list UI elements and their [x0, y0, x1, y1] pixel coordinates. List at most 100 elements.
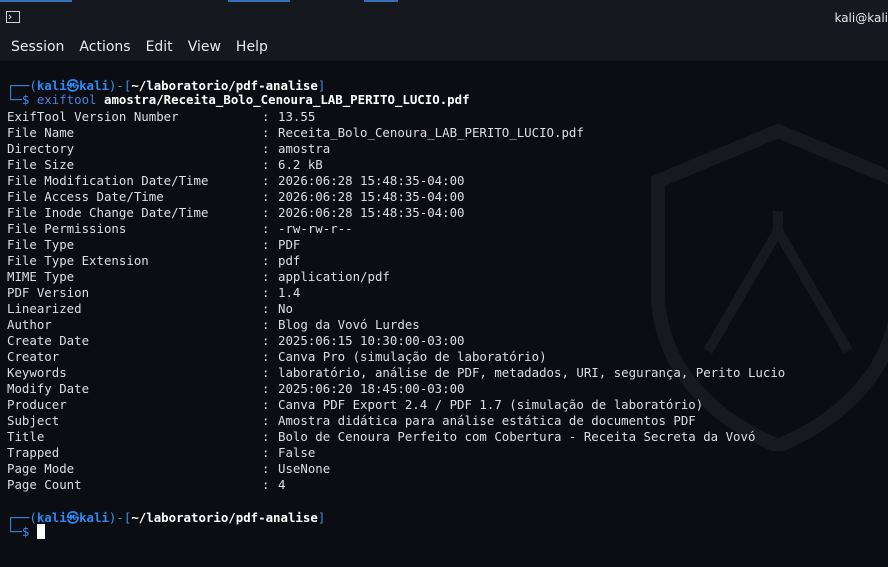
output-separator: : — [262, 285, 277, 300]
output-row: Title: Bolo de Cenoura Perfeito com Cobe… — [7, 429, 755, 445]
output-row: File Name: Receita_Bolo_Cenoura_LAB_PERI… — [7, 125, 584, 141]
output-row: MIME Type: application/pdf — [7, 269, 390, 285]
output-key: File Access Date/Time — [7, 189, 164, 204]
prompt-mid: )-[ — [108, 510, 132, 525]
output-value: Amostra didática para análise estática d… — [278, 413, 696, 428]
output-separator: : — [262, 301, 277, 316]
output-key: File Type — [7, 237, 75, 252]
output-row: File Size: 6.2 kB — [7, 157, 323, 173]
output-value: -rw-rw-r-- — [278, 221, 353, 236]
title-bar: kali@kali — [0, 0, 888, 33]
menu-bar: Session Actions Edit View Help — [0, 33, 888, 61]
output-value: 2026:06:28 15:48:35-04:00 — [278, 205, 465, 220]
output-value: 1.4 — [278, 285, 301, 300]
text-cursor — [36, 524, 45, 539]
command-argument: amostra/Receita_Bolo_Cenoura_LAB_PERITO_… — [104, 92, 470, 107]
output-separator: : — [262, 429, 277, 444]
prompt-open: ┌──( — [7, 510, 37, 525]
output-separator: : — [262, 237, 277, 252]
output-row: Page Count: 4 — [7, 477, 285, 493]
output-value: 2025:06:20 18:45:00-03:00 — [278, 381, 465, 396]
output-value: 6.2 kB — [278, 157, 323, 172]
output-value: Blog da Vovó Lurdes — [278, 317, 420, 332]
input-line[interactable]: └─$ — [7, 524, 45, 539]
output-key: Author — [7, 317, 52, 332]
output-key: Producer — [7, 397, 67, 412]
output-value: Bolo de Cenoura Perfeito com Cobertura -… — [278, 429, 756, 444]
menu-view[interactable]: View — [184, 39, 228, 55]
tab-indicator — [364, 0, 398, 2]
output-separator: : — [262, 349, 277, 364]
menu-edit[interactable]: Edit — [142, 39, 180, 55]
output-row: Directory: amostra — [7, 141, 330, 157]
output-separator: : — [262, 141, 277, 156]
prompt-close: ] — [317, 78, 326, 93]
output-row: Page Mode: UseNone — [7, 461, 330, 477]
output-separator: : — [262, 397, 277, 412]
output-key: File Inode Change Date/Time — [7, 205, 209, 220]
output-value: application/pdf — [278, 269, 390, 284]
command-name: exiftool — [36, 92, 97, 107]
output-value: Canva PDF Export 2.4 / PDF 1.7 (simulaçã… — [278, 397, 704, 412]
output-key: Creator — [7, 349, 60, 364]
menu-help[interactable]: Help — [232, 39, 275, 55]
output-value: pdf — [278, 253, 301, 268]
output-separator: : — [262, 221, 277, 236]
output-separator: : — [262, 477, 277, 492]
output-separator: : — [262, 333, 277, 348]
menu-actions[interactable]: Actions — [75, 39, 137, 55]
output-separator: : — [262, 205, 277, 220]
output-separator: : — [262, 157, 277, 172]
output-value: False — [278, 445, 316, 460]
output-row: File Type Extension: pdf — [7, 253, 300, 269]
output-separator: : — [262, 381, 277, 396]
output-row: File Access Date/Time: 2026:06:28 15:48:… — [7, 189, 465, 205]
terminal-area[interactable]: ┌──(kali㉿kali)-[~/laboratorio/pdf-analis… — [0, 61, 888, 567]
output-value: Canva Pro (simulação de laboratório) — [278, 349, 547, 364]
output-row: Subject: Amostra didática para análise e… — [7, 413, 696, 429]
output-value: UseNone — [278, 461, 331, 476]
output-value: 2025:06:15 10:30:00-03:00 — [278, 333, 465, 348]
output-key: Page Count — [7, 477, 82, 492]
tab-indicator — [228, 0, 290, 2]
output-row: File Type: PDF — [7, 237, 300, 253]
output-row: Creator: Canva Pro (simulação de laborat… — [7, 349, 547, 365]
tab-indicator — [0, 0, 72, 2]
prompt-symbol: └─$ — [7, 92, 37, 107]
output-row: File Modification Date/Time: 2026:06:28 … — [7, 173, 465, 189]
output-separator: : — [262, 253, 277, 268]
output-key: File Name — [7, 125, 75, 140]
output-row: Create Date: 2025:06:15 10:30:00-03:00 — [7, 333, 465, 349]
output-separator: : — [262, 125, 277, 140]
output-row: Author: Blog da Vovó Lurdes — [7, 317, 420, 333]
output-value: 2026:06:28 15:48:35-04:00 — [278, 189, 465, 204]
command-line: └─$ exiftool amostra/Receita_Bolo_Cenour… — [7, 92, 470, 107]
prompt-mid: )-[ — [108, 78, 132, 93]
prompt-symbol: └─$ — [7, 524, 37, 539]
prompt-path: ~/laboratorio/pdf-analise — [131, 78, 318, 93]
output-key: Trapped — [7, 445, 60, 460]
output-row: File Permissions: -rw-rw-r-- — [7, 221, 353, 237]
terminal-icon[interactable] — [6, 11, 20, 23]
output-row: Trapped: False — [7, 445, 315, 461]
output-key: ExifTool Version Number — [7, 109, 179, 124]
output-key: File Type Extension — [7, 253, 149, 268]
output-key: Modify Date — [7, 381, 90, 396]
output-key: Page Mode — [7, 461, 75, 476]
output-separator: : — [262, 445, 277, 460]
prompt-close: ] — [317, 510, 326, 525]
menu-session[interactable]: Session — [7, 39, 71, 55]
output-value: 13.55 — [278, 109, 316, 124]
output-separator: : — [262, 189, 277, 204]
output-value: 4 — [278, 477, 286, 492]
output-key: MIME Type — [7, 269, 75, 284]
output-row: ExifTool Version Number: 13.55 — [7, 109, 315, 125]
output-key: Keywords — [7, 365, 67, 380]
output-value: amostra — [278, 141, 331, 156]
output-separator: : — [262, 365, 277, 380]
output-separator: : — [262, 317, 277, 332]
output-value: Receita_Bolo_Cenoura_LAB_PERITO_LUCIO.pd… — [278, 125, 584, 140]
output-key: Title — [7, 429, 45, 444]
output-separator: : — [262, 109, 277, 124]
output-row: Keywords: laboratório, análise de PDF, m… — [7, 365, 785, 381]
